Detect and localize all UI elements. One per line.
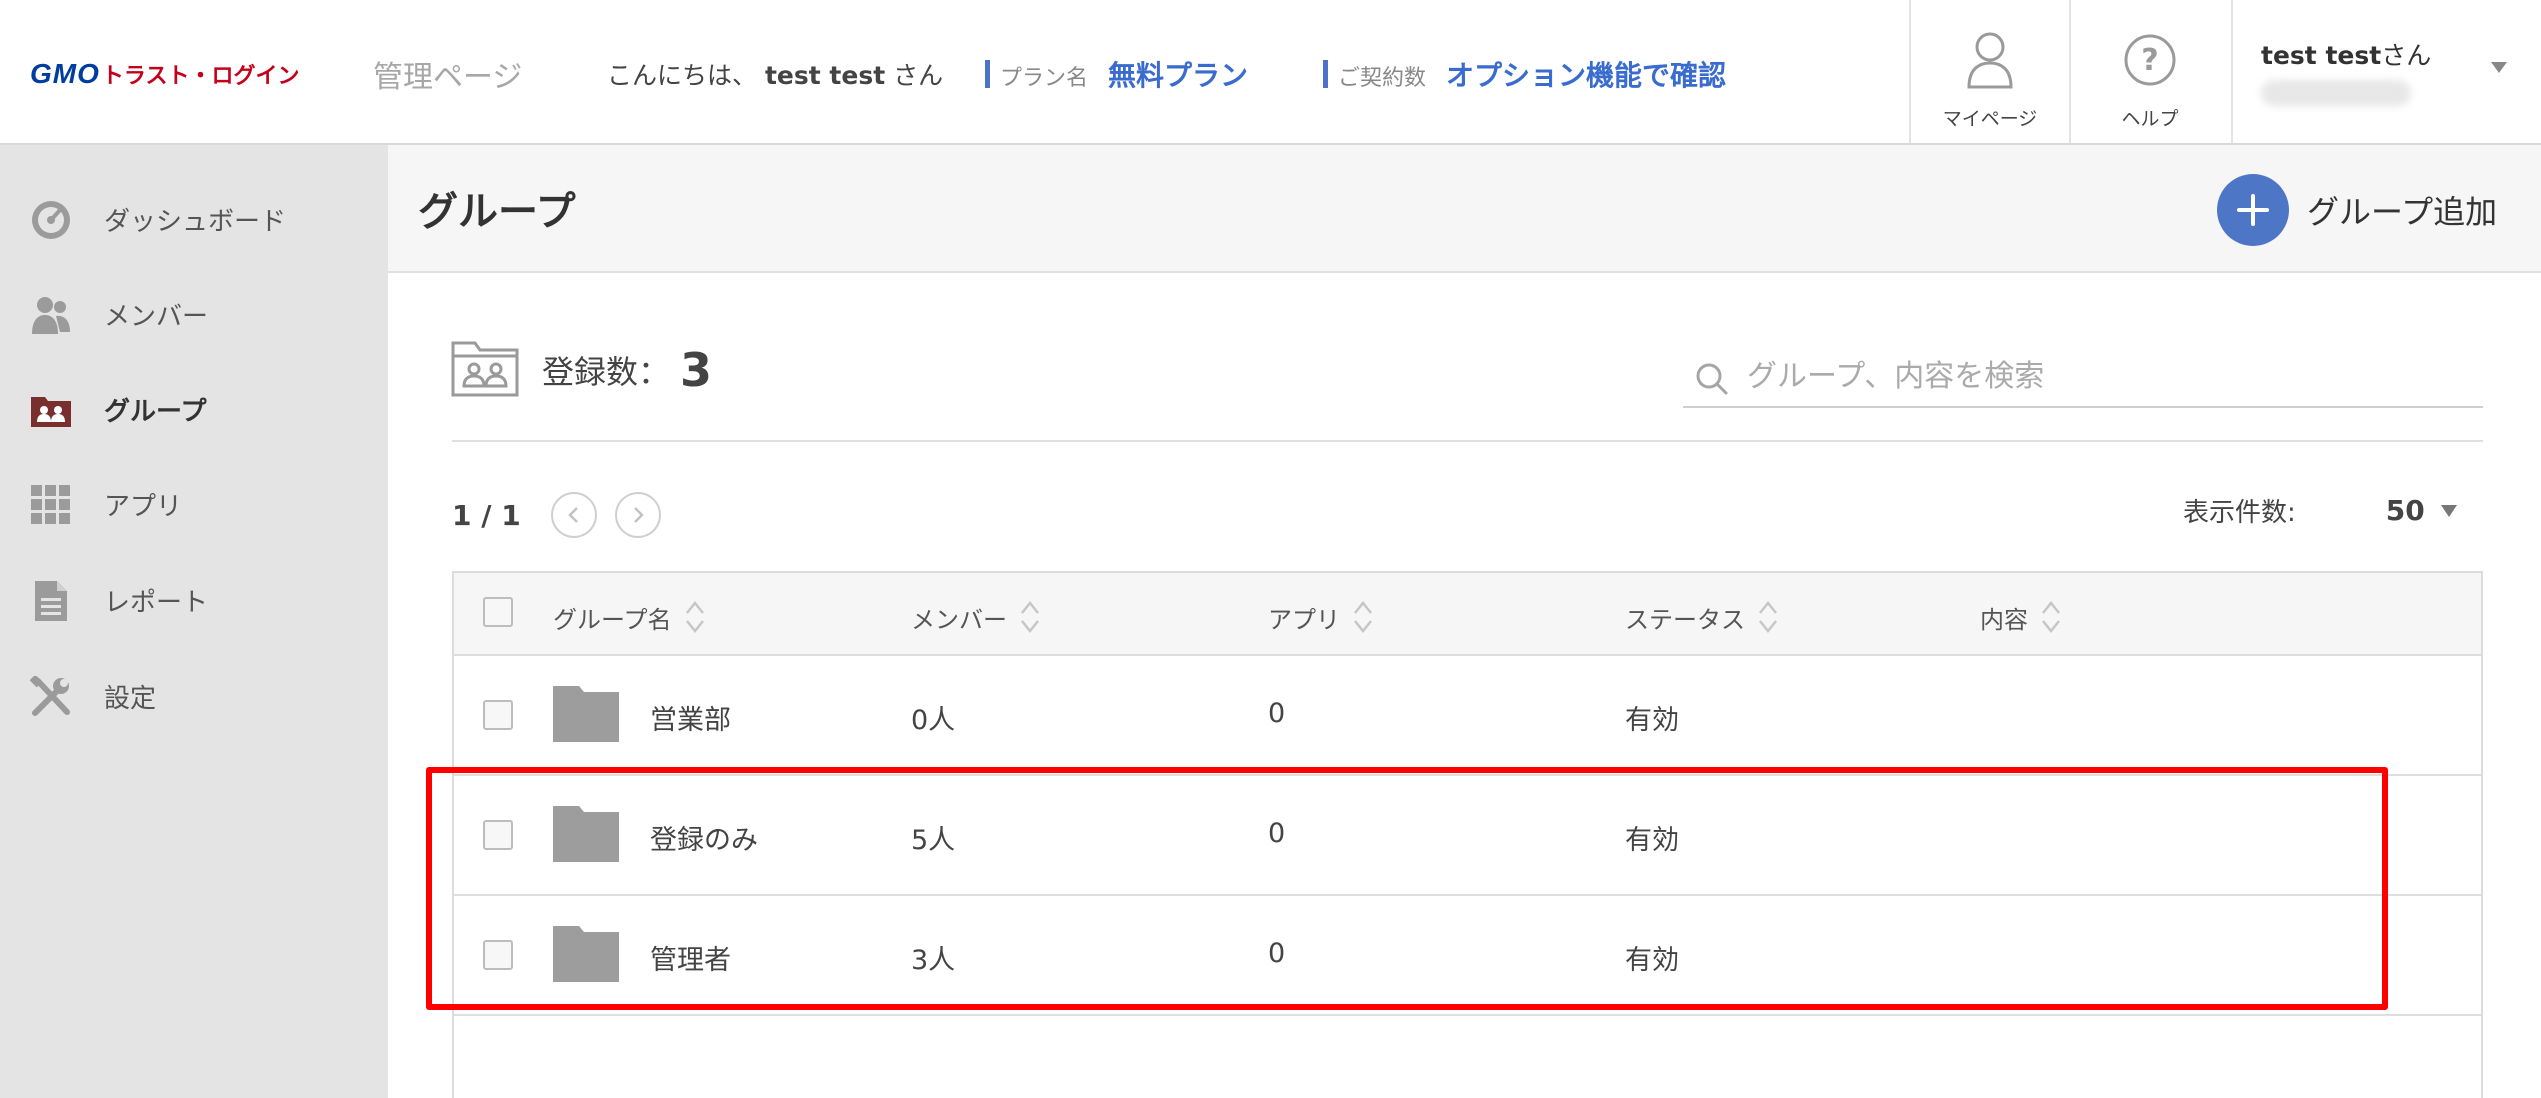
chevron-down-icon[interactable]	[2491, 62, 2507, 73]
contract-value-link[interactable]: オプション機能で確認	[1446, 54, 1726, 94]
sort-icon	[2042, 600, 2060, 634]
user-menu[interactable]: test testさん	[2231, 0, 2541, 143]
greeting-name: test test	[764, 61, 886, 90]
logo-gmo-text: GMO	[30, 58, 100, 89]
app-logo[interactable]: GMO トラスト・ログイン	[30, 58, 299, 90]
svg-text:?: ?	[2141, 43, 2158, 78]
sidebar-item-label: アプリ	[104, 491, 183, 522]
group-folder-icon	[450, 338, 520, 402]
column-label: メンバー	[911, 605, 1007, 634]
apps-grid-icon	[30, 484, 72, 526]
sidebar-item-label: メンバー	[104, 301, 209, 332]
select-all-checkbox[interactable]	[483, 597, 513, 627]
per-page-value: 50	[2385, 494, 2425, 527]
per-page-label: 表示件数:	[2183, 498, 2296, 528]
plan-bar	[985, 60, 990, 88]
column-header-content[interactable]: 内容	[1980, 597, 2062, 637]
search-box	[1683, 348, 2483, 408]
mypage-button[interactable]: マイページ	[1909, 0, 2069, 143]
help-button[interactable]: ? ヘルプ	[2069, 0, 2229, 143]
members-cell: 0人	[911, 705, 956, 736]
caret-down-icon	[2440, 504, 2457, 517]
add-group-button[interactable]: グループ追加	[2217, 174, 2497, 246]
sidebar-item-members[interactable]: メンバー	[0, 279, 388, 349]
column-label: グループ名	[553, 605, 672, 634]
mypage-label: マイページ	[1942, 108, 2038, 130]
column-header-status[interactable]: ステータス	[1625, 597, 1779, 637]
column-header-group-name[interactable]: グループ名	[553, 597, 706, 637]
chevron-left-icon	[567, 507, 578, 523]
sidebar-item-settings[interactable]: 設定	[0, 661, 388, 731]
report-icon	[30, 580, 72, 622]
row-checkbox[interactable]	[483, 700, 513, 730]
sidebar-item-label: 設定	[104, 683, 157, 714]
plan-value: 無料プラン	[1108, 59, 1249, 92]
pagination: 1 / 1	[452, 492, 679, 538]
highlight-annotation-box	[426, 767, 2388, 1010]
plan-info: プラン名 無料プラン	[985, 54, 1248, 94]
divider	[452, 440, 2483, 442]
contract-key: ご契約数	[1338, 66, 1427, 91]
status-cell: 有効	[1625, 705, 1679, 736]
dashboard-icon	[30, 199, 72, 241]
page-header: グループ グループ追加	[388, 145, 2541, 273]
sidebar-item-dashboard[interactable]: ダッシュボード	[0, 184, 388, 254]
sidebar: ダッシュボード メンバー グループ アプリ レポート 設定	[0, 145, 388, 1098]
page-indicator: 1 / 1	[452, 498, 521, 532]
count-value: 3	[680, 343, 713, 397]
search-input[interactable]	[1747, 350, 2467, 402]
sidebar-item-reports[interactable]: レポート	[0, 565, 388, 635]
per-page-selector[interactable]: 表示件数: 50	[2183, 492, 2457, 529]
greeting-prefix: こんにちは、	[607, 61, 758, 90]
user-email-blurred	[2261, 80, 2411, 106]
page-title: グループ	[418, 189, 576, 235]
sort-icon	[1759, 600, 1777, 634]
sidebar-item-apps[interactable]: アプリ	[0, 469, 388, 539]
settings-tools-icon	[30, 676, 72, 718]
admin-page-title: 管理ページ	[373, 60, 523, 95]
sidebar-item-label: ダッシュボード	[104, 206, 287, 237]
next-page-button[interactable]	[614, 492, 661, 538]
group-name-link[interactable]: 営業部	[650, 698, 731, 737]
plus-icon	[2217, 174, 2289, 246]
greeting-suffix: さん	[893, 61, 944, 90]
registered-count: 登録数： 3	[450, 338, 712, 402]
sort-icon	[685, 600, 704, 634]
chevron-right-icon	[633, 507, 644, 523]
sidebar-item-label: グループ	[104, 396, 207, 427]
contract-info: ご契約数 オプション機能で確認	[1323, 54, 1726, 94]
greeting: こんにちは、 test test さん	[607, 56, 943, 92]
count-label: 登録数：	[542, 353, 671, 391]
table-header: グループ名 メンバー アプリ ステータス 内容	[454, 573, 2481, 656]
top-header: GMO トラスト・ログイン 管理ページ こんにちは、 test test さん …	[0, 0, 2541, 145]
sort-icon	[1021, 600, 1039, 634]
contract-bar	[1323, 60, 1328, 88]
group-icon	[30, 389, 72, 431]
table-row[interactable]: 営業部 0人 0 有効	[454, 656, 2481, 776]
user-name: test testさん	[2261, 36, 2431, 72]
column-label: アプリ	[1268, 605, 1340, 634]
plan-key: プラン名	[1000, 66, 1089, 91]
user-profile-icon	[1960, 30, 2020, 90]
sort-icon	[1354, 600, 1372, 634]
column-label: ステータス	[1625, 605, 1745, 634]
add-group-label: グループ追加	[2307, 193, 2498, 231]
column-header-apps[interactable]: アプリ	[1268, 597, 1374, 637]
help-label: ヘルプ	[2121, 108, 2179, 130]
search-icon	[1695, 362, 1729, 400]
user-name-suffix: さん	[2381, 41, 2432, 70]
sidebar-item-label: レポート	[104, 587, 209, 618]
user-name-text: test test	[2261, 41, 2382, 70]
column-label: 内容	[1980, 605, 2028, 634]
help-question-icon: ?	[2120, 30, 2180, 90]
logo-product-text: トラスト・ログイン	[101, 64, 300, 89]
prev-page-button[interactable]	[550, 492, 597, 538]
members-icon	[30, 294, 72, 336]
folder-icon	[553, 686, 619, 746]
apps-cell: 0	[1268, 698, 1286, 729]
column-header-members[interactable]: メンバー	[911, 597, 1041, 637]
sidebar-item-groups[interactable]: グループ	[0, 374, 388, 444]
